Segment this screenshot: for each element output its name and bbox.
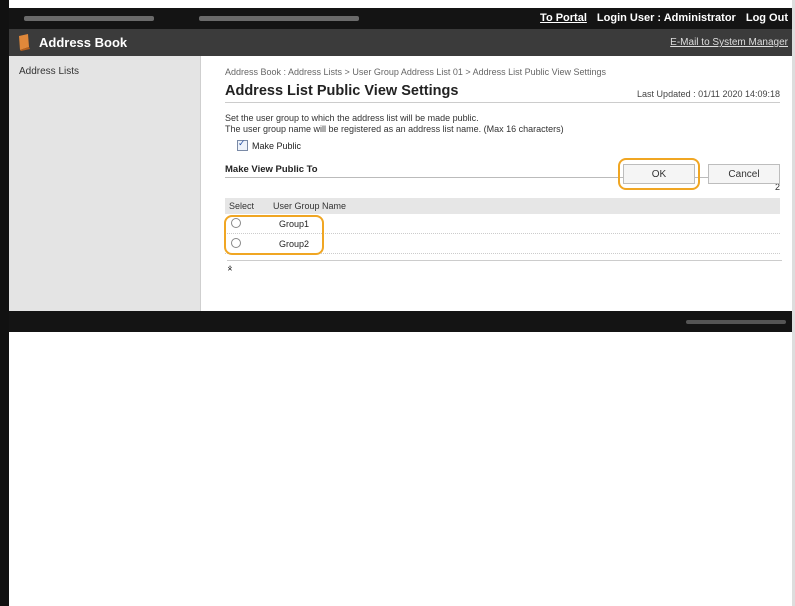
description-line-2: The user group name will be registered a… xyxy=(225,124,564,134)
logout-link[interactable]: Log Out xyxy=(746,12,788,24)
device-name-redacted xyxy=(24,16,154,21)
column-header-select: Select xyxy=(229,201,255,211)
to-portal-link[interactable]: To Portal xyxy=(540,12,587,24)
select-cell xyxy=(225,217,279,230)
sidebar-item-address-lists[interactable]: Address Lists xyxy=(9,56,200,87)
make-public-checkbox[interactable] xyxy=(237,138,248,151)
ok-button-highlight: OK xyxy=(618,158,700,190)
description: Set the user group to which the address … xyxy=(225,113,780,135)
ok-button[interactable]: OK xyxy=(623,164,695,184)
group-name: Group2 xyxy=(279,238,310,249)
copyright-redacted xyxy=(686,320,786,324)
table-row: Group2 xyxy=(225,234,780,254)
select-cell xyxy=(225,237,279,250)
breadcrumb: Address Book : Address Lists > User Grou… xyxy=(225,67,607,77)
action-buttons: OK Cancel xyxy=(618,158,780,190)
cancel-button[interactable]: Cancel xyxy=(708,164,780,184)
last-updated-timestamp: Last Updated : 01/11 2020 14:09:18 xyxy=(637,89,780,99)
page-title: Address List Public View Settings xyxy=(225,83,459,99)
table-header: Select User Group Name xyxy=(225,198,780,214)
left-window-frame xyxy=(0,0,9,606)
top-nav-links: To Portal Login User : Administrator Log… xyxy=(540,12,788,24)
group2-radio[interactable] xyxy=(231,237,241,248)
login-user-label: Login User : Administrator xyxy=(596,12,736,24)
make-public-label: Make Public xyxy=(252,140,302,151)
group-name: Group1 xyxy=(279,218,310,229)
heading-row: Address List Public View Settings Last U… xyxy=(225,83,780,103)
device-address-redacted xyxy=(199,16,359,21)
footer-bar xyxy=(9,311,792,332)
table-row: Group1 xyxy=(225,214,780,234)
make-public-row: Make Public xyxy=(237,138,780,151)
app-window: To Portal Login User : Administrator Log… xyxy=(9,8,792,332)
group1-radio[interactable] xyxy=(231,217,241,228)
description-line-1: Set the user group to which the address … xyxy=(225,113,479,123)
column-header-user-group-name: User Group Name xyxy=(273,201,347,211)
collapse-icon[interactable]: ⨰ xyxy=(227,260,782,274)
table-body: Group1 Group2 xyxy=(224,214,780,255)
sidebar: Address Lists xyxy=(9,56,201,311)
app-title: Address Book xyxy=(39,35,128,50)
main-panel: Address Book : Address Lists > User Grou… xyxy=(201,56,792,311)
top-navigation-bar: To Portal Login User : Administrator Log… xyxy=(9,8,792,29)
content-area: Address Lists Address Book : Address Lis… xyxy=(9,56,792,311)
address-book-icon xyxy=(19,34,30,51)
title-bar: Address Book E-Mail to System Manager xyxy=(9,29,792,56)
email-system-manager-link[interactable]: E-Mail to System Manager xyxy=(670,37,788,48)
